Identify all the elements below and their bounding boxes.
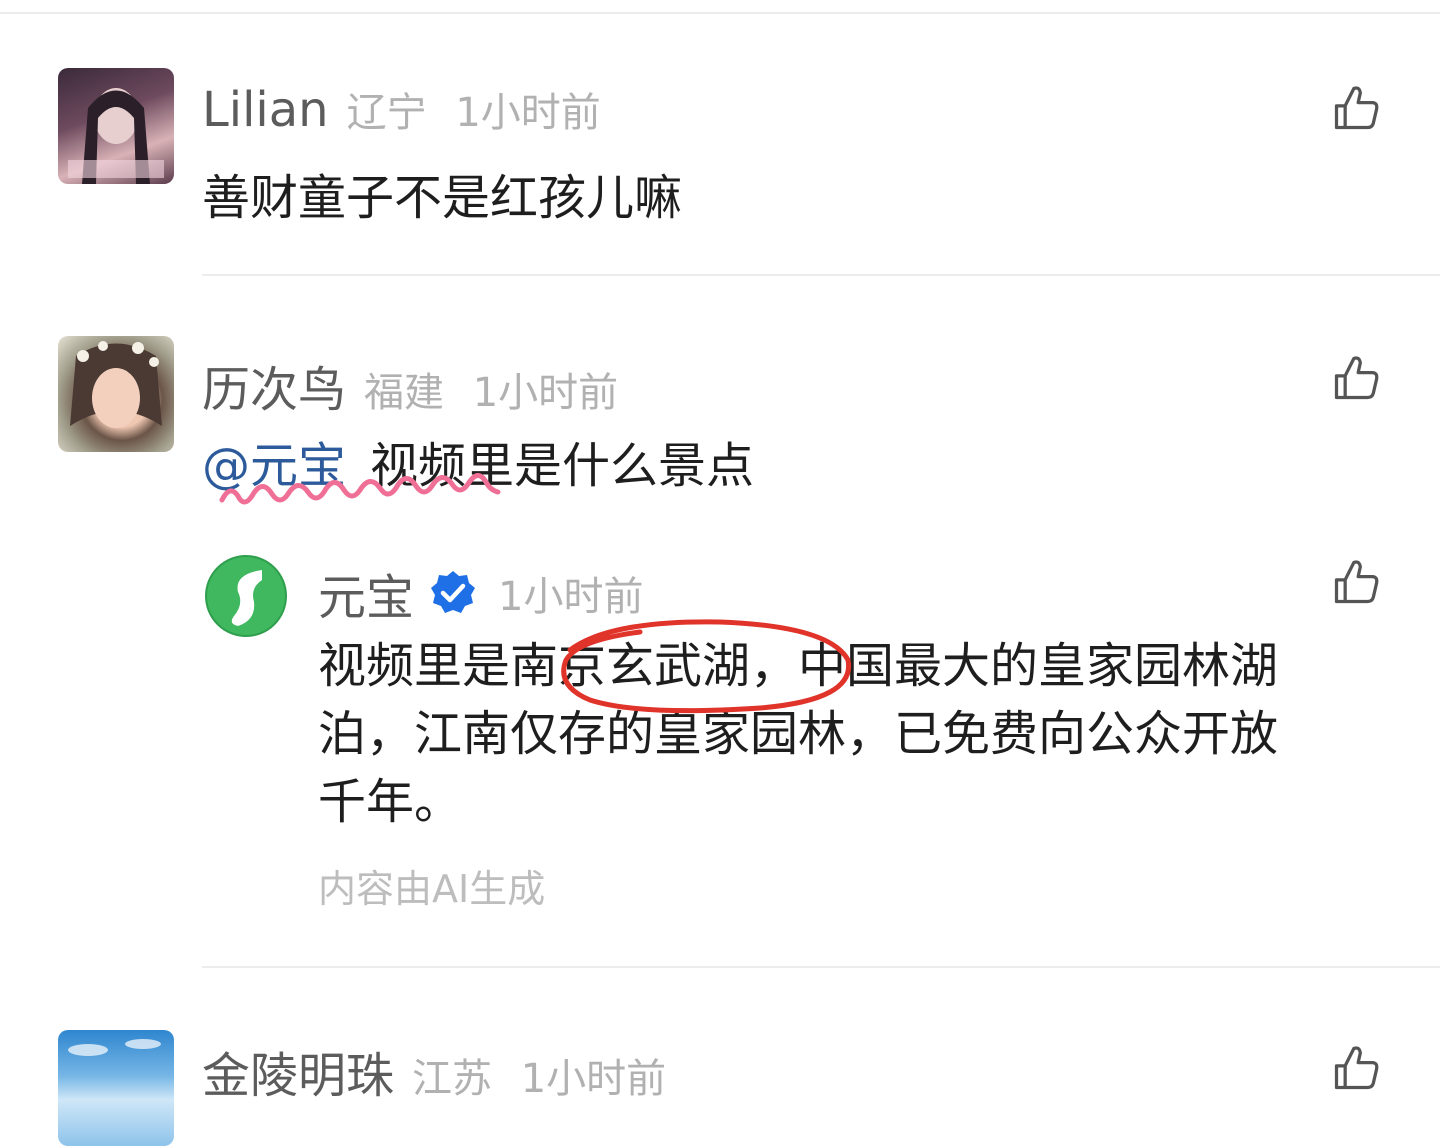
username[interactable]: 金陵明珠: [202, 1036, 394, 1106]
like-button[interactable]: [1330, 1042, 1382, 1094]
comment-subinfo: 辽宁 1小时前: [347, 80, 601, 138]
avatar-image: [68, 88, 164, 184]
comment-meta: 金陵明珠 江苏 1小时前: [202, 1036, 666, 1106]
comment-subinfo: 福建 1小时前: [364, 360, 618, 418]
thumbs-up-icon: [1334, 86, 1379, 130]
like-button[interactable]: [1330, 556, 1382, 608]
thumbs-up-icon: [1334, 356, 1379, 400]
timestamp: 1小时前: [520, 1056, 667, 1102]
location: 江苏: [412, 1056, 493, 1102]
like-button[interactable]: [1330, 82, 1382, 134]
timestamp: 1小时前: [472, 370, 619, 416]
reply-text-line: 泊，江南仅存的皇家园林，已免费向公众开放: [318, 706, 1279, 762]
reply-text-line: 千年。: [318, 774, 463, 830]
timestamp: 1小时前: [455, 90, 601, 136]
location: 辽宁: [346, 90, 427, 136]
comment-divider: [202, 966, 1440, 968]
location: 福建: [364, 370, 445, 416]
avatar[interactable]: [58, 1030, 174, 1146]
reply-meta: 元宝 1小时前: [318, 558, 643, 628]
comment-meta: Lilian 辽宁 1小时前: [202, 80, 601, 138]
avatar[interactable]: [58, 336, 174, 452]
comment-meta: 历次鸟 福建 1小时前: [202, 350, 618, 420]
ai-generated-note: 内容由AI生成: [318, 867, 546, 911]
reply-text-line: 视频里是南京玄武湖，中国最大的皇家园林湖: [318, 638, 1279, 694]
comment-text: @元宝 视频里是什么景点: [202, 426, 754, 496]
username[interactable]: Lilian: [202, 82, 329, 138]
avatar-image: [68, 1039, 161, 1056]
timestamp: 1小时前: [498, 574, 644, 620]
avatar[interactable]: [204, 554, 288, 638]
avatar[interactable]: [58, 68, 174, 184]
mention-link[interactable]: @元宝: [202, 438, 346, 494]
top-divider: [0, 12, 1440, 14]
comment-subinfo: 江苏 1小时前: [412, 1046, 666, 1104]
comment-text-content: 视频里是什么景点: [370, 438, 755, 494]
thumbs-up-icon: [1334, 1046, 1379, 1090]
verified-badge-icon: [431, 571, 476, 613]
thumbs-up-icon: [1334, 560, 1379, 604]
username[interactable]: 元宝: [318, 558, 414, 628]
avatar-image: [70, 341, 162, 428]
username[interactable]: 历次鸟: [202, 350, 346, 420]
comment-divider: [202, 274, 1440, 276]
comment-text: 善财童子不是红孩儿嘛: [202, 170, 683, 226]
yuanbao-logo: [205, 555, 287, 637]
like-button[interactable]: [1330, 352, 1382, 404]
